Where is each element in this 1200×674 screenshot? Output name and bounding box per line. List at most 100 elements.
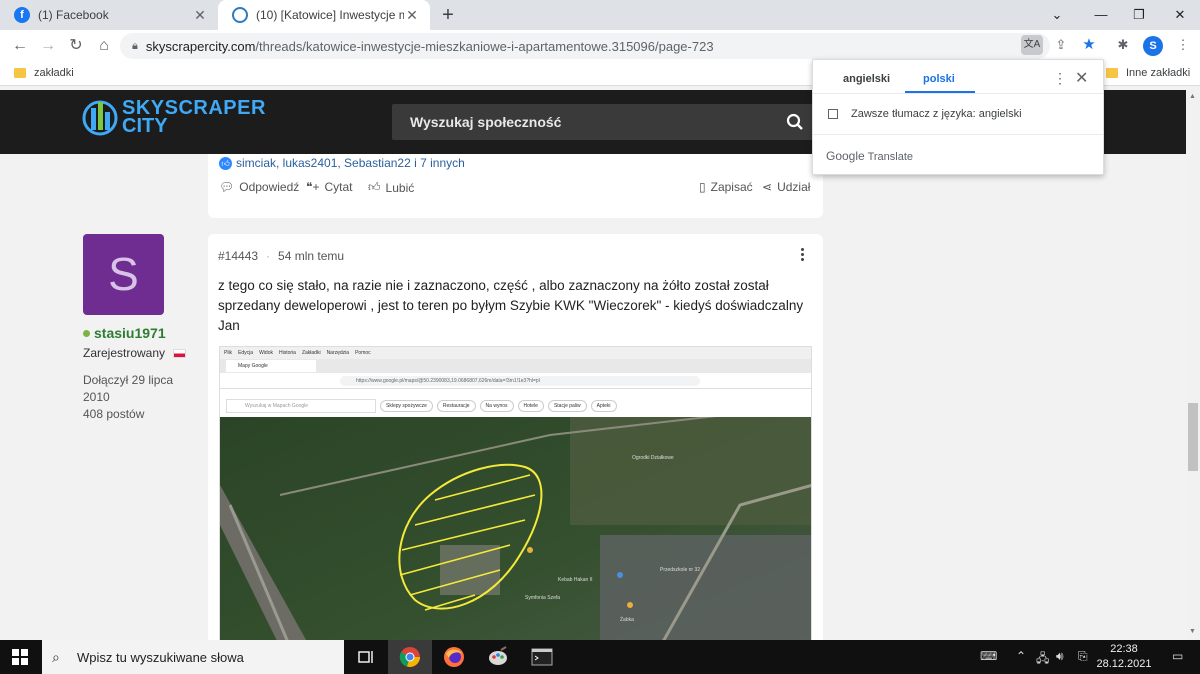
close-icon[interactable]: ✕ bbox=[1075, 68, 1088, 88]
firefox-icon[interactable] bbox=[432, 640, 476, 674]
checkbox-icon bbox=[828, 109, 838, 119]
embedded-chip: Stacje paliw bbox=[547, 400, 587, 412]
post-card: #14443 · 54 mln temu z tego co się stało, … bbox=[208, 234, 823, 640]
clock-date: 28.12.2021 bbox=[1096, 658, 1152, 670]
menu-kebab-icon[interactable]: ⋮ bbox=[1172, 34, 1194, 56]
page-scrollbar[interactable]: ▲ ▼ bbox=[1186, 90, 1200, 640]
profile-avatar[interactable]: S bbox=[1143, 36, 1163, 56]
clock-time: 22:38 bbox=[1110, 643, 1138, 655]
lock-icon: 🔒︎ bbox=[132, 39, 138, 52]
like-label: Lubić bbox=[385, 180, 415, 195]
embedded-menu-item: Narzędzia bbox=[326, 350, 350, 356]
home-icon[interactable]: ⌂ bbox=[92, 34, 116, 58]
embedded-chip: Na wynos bbox=[479, 400, 514, 412]
satellite-imagery bbox=[220, 395, 811, 640]
tab-facebook[interactable]: f (1) Facebook ✕ bbox=[0, 0, 218, 30]
reactions-summary[interactable]: 👍︎ simciak, lukas2401, Sebastian22 i 7 i… bbox=[219, 156, 465, 170]
translate-tab-source[interactable]: angielski bbox=[843, 73, 890, 85]
post-time[interactable]: 54 mln temu bbox=[278, 249, 344, 263]
embedded-menu-item: Edycja bbox=[238, 350, 254, 356]
task-view-icon[interactable] bbox=[344, 640, 388, 674]
maximize-button[interactable]: ❐ bbox=[1117, 0, 1161, 30]
taskbar-search[interactable]: ⌕ Wpisz tu wyszukiwane słowa bbox=[42, 640, 344, 674]
site-logo[interactable]: SKYSCRAPER CITY bbox=[82, 98, 266, 136]
windows-taskbar: ⌕ Wpisz tu wyszukiwane słowa ⌨ ⌃ 🖧︎ 🔊︎ ⎘… bbox=[0, 640, 1200, 674]
user-meta: Dołączył 29 lipca 2010 408 postów bbox=[83, 372, 193, 423]
embedded-menu-item: Plik bbox=[224, 350, 233, 356]
save-button[interactable]: ▯ Zapisać bbox=[699, 180, 753, 194]
network-icon[interactable]: 🖧︎ bbox=[1036, 649, 1049, 670]
embedded-menu-item: Pomoc bbox=[355, 350, 371, 356]
tab-close-icon[interactable]: ✕ bbox=[192, 7, 208, 24]
embedded-chip: Restauracje bbox=[436, 400, 476, 412]
folder-icon bbox=[14, 68, 26, 78]
post-menu-icon[interactable] bbox=[801, 248, 805, 263]
forward-icon[interactable]: → bbox=[36, 34, 60, 58]
tab-search-icon[interactable]: ⌄ bbox=[1035, 0, 1079, 30]
community-search[interactable]: Wyszukaj społeczność bbox=[392, 104, 814, 140]
embedded-menu-bar: Plik Edycja Widok Historia Zakładki Narz… bbox=[220, 347, 811, 359]
translate-icon[interactable]: 文A bbox=[1021, 35, 1043, 55]
search-icon[interactable] bbox=[786, 113, 804, 131]
skyscrapercity-icon bbox=[232, 7, 248, 23]
share-button[interactable]: ⋖ Udział bbox=[762, 180, 810, 194]
scrollbar-thumb[interactable] bbox=[1188, 403, 1198, 471]
keyboard-icon[interactable]: ⌨ bbox=[980, 649, 997, 663]
tab-close-icon[interactable]: ✕ bbox=[404, 7, 420, 24]
bookmark-folder-other[interactable]: Inne zakładki bbox=[1106, 67, 1190, 79]
like-button[interactable]: 👍︎ Lubić bbox=[368, 180, 414, 195]
scroll-down-icon[interactable]: ▼ bbox=[1189, 628, 1196, 635]
reload-icon[interactable]: ↻ bbox=[64, 34, 88, 58]
embedded-maps-toolbar: Wyszukaj w Mapach Google Sklepy spożywcz… bbox=[220, 395, 811, 417]
paint-icon[interactable] bbox=[476, 640, 520, 674]
extensions-icon[interactable]: ✱ bbox=[1112, 34, 1134, 56]
address-bar[interactable]: 🔒︎ skyscrapercity.com/threads/katowice-i… bbox=[120, 33, 1050, 59]
username: stasiu1971 bbox=[94, 325, 166, 341]
post-number[interactable]: #14443 bbox=[218, 249, 258, 263]
back-icon[interactable]: ← bbox=[8, 34, 32, 58]
notifications-icon[interactable]: ▭ bbox=[1172, 649, 1183, 663]
always-translate-checkbox[interactable]: Zawsze tłumacz z języka: angielski bbox=[828, 108, 1022, 120]
bookmark-star-icon[interactable]: ★ bbox=[1078, 34, 1100, 56]
post-count: 408 postów bbox=[83, 407, 145, 421]
like-reaction-icon: 👍︎ bbox=[219, 156, 232, 170]
quote-button[interactable]: ❝+ Cytat bbox=[306, 180, 352, 194]
bookmark-label: Inne zakładki bbox=[1126, 67, 1191, 79]
thumbs-up-icon: 👍︎ bbox=[368, 180, 381, 194]
taskbar-clock[interactable]: 22:38 28.12.2021 bbox=[1094, 642, 1154, 672]
translate-tab-target[interactable]: polski bbox=[923, 73, 955, 85]
tab-skyscrapercity[interactable]: (10) [Katowice] Inwestycje mieszka ✕ bbox=[218, 0, 430, 30]
share-icon[interactable]: ⇪ bbox=[1050, 34, 1072, 56]
translate-options-icon[interactable]: ⋮ bbox=[1053, 70, 1067, 87]
bookmark-folder-zakladki[interactable]: zakładki bbox=[14, 67, 74, 79]
satellite-map: Ogrodki Działkowe Kebab Hakan II Symfoni… bbox=[220, 395, 811, 640]
translate-popup: angielski polski ⋮ ✕ Zawsze tłumacz z ję… bbox=[812, 59, 1104, 175]
avatar[interactable]: S bbox=[83, 234, 164, 315]
windows-start-icon[interactable] bbox=[12, 649, 28, 665]
share-label: Udział bbox=[777, 180, 811, 194]
post-actions: 💬︎ Odpowiedź ❝+ Cytat 👍︎ Lubić ▯ Zapisać… bbox=[219, 180, 812, 200]
chevron-up-icon[interactable]: ⌃ bbox=[1016, 649, 1026, 663]
username-link[interactable]: stasiu1971 bbox=[83, 325, 193, 341]
scroll-up-icon[interactable]: ▲ bbox=[1189, 93, 1196, 100]
url-path: /threads/katowice-inwestycje-mieszkaniow… bbox=[255, 38, 714, 54]
embedded-menu-item: Zakładki bbox=[301, 350, 321, 356]
embedded-maps-search: Wyszukaj w Mapach Google bbox=[226, 399, 376, 413]
embedded-menu-item: Historia bbox=[278, 350, 296, 356]
post-author: S stasiu1971 Zarejestrowany Dołączył 29 … bbox=[83, 234, 193, 423]
close-window-button[interactable]: ✕ bbox=[1158, 0, 1200, 30]
tab-strip: f (1) Facebook ✕ (10) [Katowice] Inwesty… bbox=[0, 0, 1200, 30]
chrome-icon[interactable] bbox=[388, 640, 432, 674]
always-translate-label: Zawsze tłumacz z języka: angielski bbox=[851, 108, 1022, 120]
joined-date: Dołączył 29 lipca bbox=[83, 373, 174, 387]
language-icon[interactable]: ⎘ bbox=[1078, 649, 1088, 664]
reply-button[interactable]: 💬︎ Odpowiedź bbox=[219, 180, 299, 194]
new-tab-button[interactable]: + bbox=[438, 4, 458, 26]
post-image[interactable]: Plik Edycja Widok Historia Zakładki Narz… bbox=[219, 346, 812, 640]
volume-icon[interactable]: 🔊︎ bbox=[1056, 649, 1064, 664]
skyscraper-logo-icon bbox=[82, 100, 118, 136]
map-label: Symfonia Szefa bbox=[525, 595, 561, 601]
tab-title: (10) [Katowice] Inwestycje mieszka bbox=[256, 8, 404, 22]
embedded-chip: Hotele bbox=[517, 400, 544, 412]
terminal-icon[interactable] bbox=[520, 640, 564, 674]
